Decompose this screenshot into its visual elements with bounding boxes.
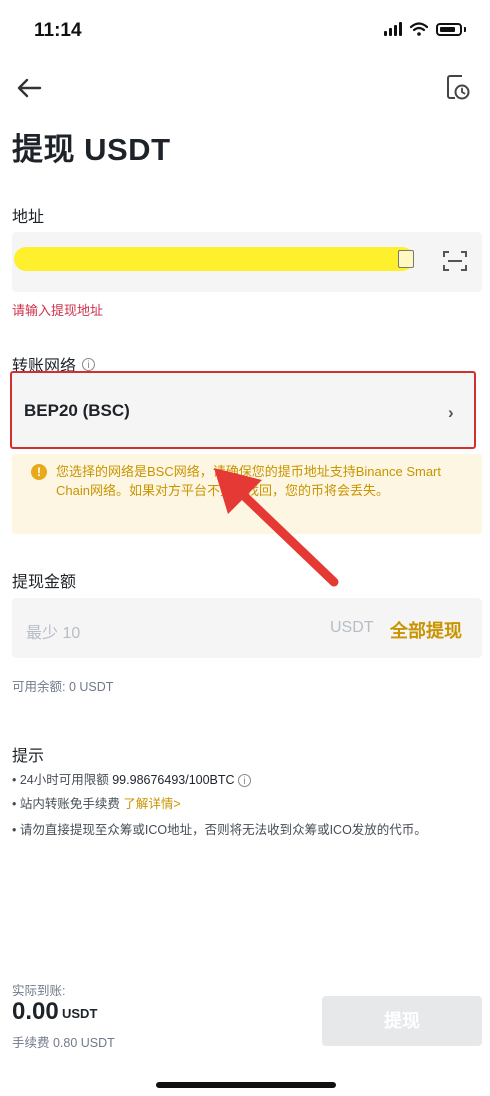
- network-value: BEP20 (BSC): [24, 401, 130, 420]
- withdraw-all-button[interactable]: 全部提现: [390, 617, 462, 643]
- address-redaction-highlight: [14, 247, 414, 271]
- page-title: 提现 USDT: [12, 132, 171, 167]
- history-icon[interactable]: [444, 72, 472, 102]
- address-label: 地址: [12, 209, 45, 226]
- battery-tip: [464, 26, 466, 32]
- network-warning-text: 您选择的网络是BSC网络，请确保您的提币地址支持Binance Smart Ch…: [56, 464, 441, 498]
- tip-daily-limit: • 24小时可用限额 99.98676493/100BTC i: [12, 770, 252, 790]
- status-time: 11:14: [34, 20, 82, 41]
- received-label: 实际到账:: [12, 984, 66, 998]
- available-balance: 可用余额: 0 USDT: [12, 680, 114, 694]
- address-error-message: 请输入提现地址: [12, 303, 104, 318]
- amount-placeholder: 最少 10: [26, 625, 81, 642]
- wifi-icon: [410, 22, 428, 36]
- withdraw-submit-button[interactable]: 提现: [322, 996, 482, 1046]
- amount-label: 提现金额: [12, 574, 77, 591]
- paste-icon[interactable]: [398, 250, 414, 268]
- fee-text: 手续费 0.80 USDT: [12, 1036, 115, 1050]
- battery-icon: [436, 22, 462, 36]
- tip-internal-transfer: • 站内转账免手续费 了解详情>: [12, 794, 181, 814]
- info-icon[interactable]: i: [238, 774, 252, 787]
- learn-more-link[interactable]: 了解详情>: [123, 797, 180, 811]
- home-indicator: [156, 1082, 336, 1088]
- received-unit: USDT: [62, 1006, 98, 1021]
- scan-icon[interactable]: [442, 249, 468, 273]
- tip-ico-warning: • 请勿直接提现至众筹或ICO地址，否则将无法收到众筹或ICO发放的代币。: [12, 823, 427, 837]
- received-amount: 0.00: [12, 998, 59, 1025]
- status-icons: [384, 22, 466, 36]
- chevron-right-icon: ›: [448, 403, 454, 422]
- back-arrow-icon[interactable]: [14, 74, 44, 102]
- amount-unit: USDT: [330, 619, 374, 636]
- signal-icon: [384, 22, 402, 36]
- info-icon[interactable]: i: [82, 357, 96, 371]
- tip-internal-transfer-label: • 站内转账免手续费: [12, 797, 124, 811]
- tips-title: 提示: [12, 748, 45, 765]
- tip-daily-limit-label: • 24小时可用限额: [12, 773, 113, 787]
- warning-icon: !: [31, 464, 47, 480]
- tip-daily-limit-value: 99.98676493/100BTC: [112, 773, 235, 787]
